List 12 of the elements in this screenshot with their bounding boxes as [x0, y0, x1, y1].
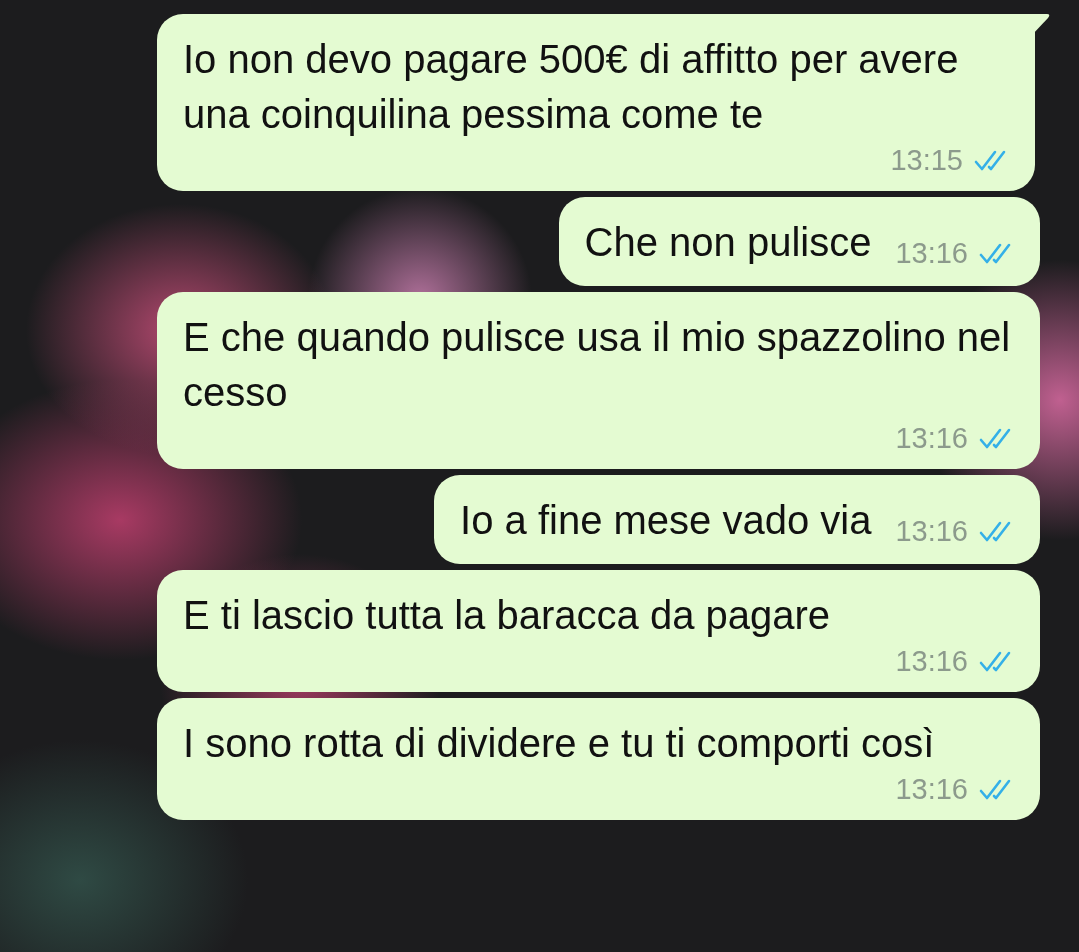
message-time: 13:16 [895, 645, 968, 678]
message-time: 13:16 [895, 773, 968, 806]
message-time: 13:15 [890, 144, 963, 177]
message-text: I sono rotta di dividere e tu ti comporti così [183, 720, 936, 767]
message-time: 13:16 [895, 237, 968, 270]
message-text: Che non pulisce [584, 219, 872, 266]
message-text: E che quando pulisce usa il mio spazzolino nel cesso [183, 314, 1012, 416]
message-time: 13:16 [895, 515, 968, 548]
message-text: Io a fine mese vado via [460, 497, 872, 544]
message-time: 13:16 [895, 422, 968, 455]
message-text: E ti lascio tutta la baracca da pagare [183, 592, 832, 639]
message-text: Io non devo pagare 500€ di affitto per avere una coinquilina pessima come te [183, 36, 960, 138]
